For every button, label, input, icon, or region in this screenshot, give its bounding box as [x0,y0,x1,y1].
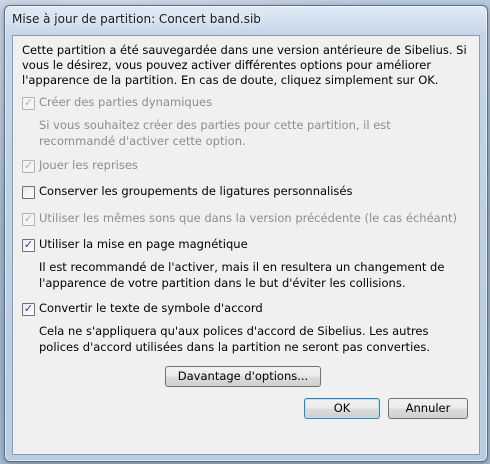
check-icon: ✓ [23,302,34,315]
intro-line-2: vous le désirez, vous pouvez activer dif… [22,58,432,72]
check-icon: ✓ [23,159,34,172]
checkbox-magnetic-layout[interactable]: ✓ [22,238,35,252]
title-bar[interactable]: Mise à jour de partition: Concert band.s… [5,6,487,34]
checkbox-dynamic-parts[interactable]: ✓ [22,96,35,110]
intro-line-1: Cette partition a été sauvegardée dans u… [22,43,467,57]
update-score-dialog: Mise à jour de partition: Concert band.s… [4,5,488,462]
checkbox-play-repeats[interactable]: ✓ [22,159,35,173]
intro-line-3: l'apparence de la partition. En cas de d… [22,73,439,87]
check-icon: ✓ [23,238,34,251]
cancel-button[interactable]: Annuler [388,398,468,419]
magnetic-layout-note-line-2: l'apparence de votre partition dans le b… [39,276,406,290]
checkbox-convert-chord-text[interactable]: ✓ [22,302,35,316]
checkbox-keep-beam-groups-label: Conserver les groupements de ligatures p… [39,184,353,198]
checkbox-same-sounds-label: Utiliser les mêmes sons que dans la vers… [39,211,457,225]
dynamic-parts-note-line-1: Si vous souhaitez créer des parties pour… [39,118,391,132]
checkbox-keep-beam-groups[interactable] [22,186,35,199]
chord-text-note-line-2: polices d'accord utilisées dans la parti… [39,340,430,354]
checkbox-play-repeats-label: Jouer les reprises [39,158,138,172]
checkbox-convert-chord-text-label: Convertir le texte de symbole d'accord [39,301,263,315]
checkbox-magnetic-layout-label: Utiliser la mise en page magnétique [39,237,248,251]
dialog-title: Mise à jour de partition: Concert band.s… [12,12,261,26]
chord-text-note-line-1: Cela ne s'appliquera qu'aux polices d'ac… [39,324,429,338]
dialog-body: Cette partition a été sauvegardée dans u… [12,35,480,455]
checkbox-same-sounds[interactable]: ✓ [22,212,35,226]
more-options-button[interactable]: Davantage d'options... [165,366,321,387]
check-icon: ✓ [23,96,34,109]
ok-button[interactable]: OK [304,398,380,419]
check-icon: ✓ [23,212,34,225]
magnetic-layout-note-line-1: Il est recommandé de l'activer, mais il … [39,260,445,274]
checkbox-dynamic-parts-label: Créer des parties dynamiques [39,95,213,109]
dynamic-parts-note-line-2: recommandé d'activer cette option. [39,134,246,148]
